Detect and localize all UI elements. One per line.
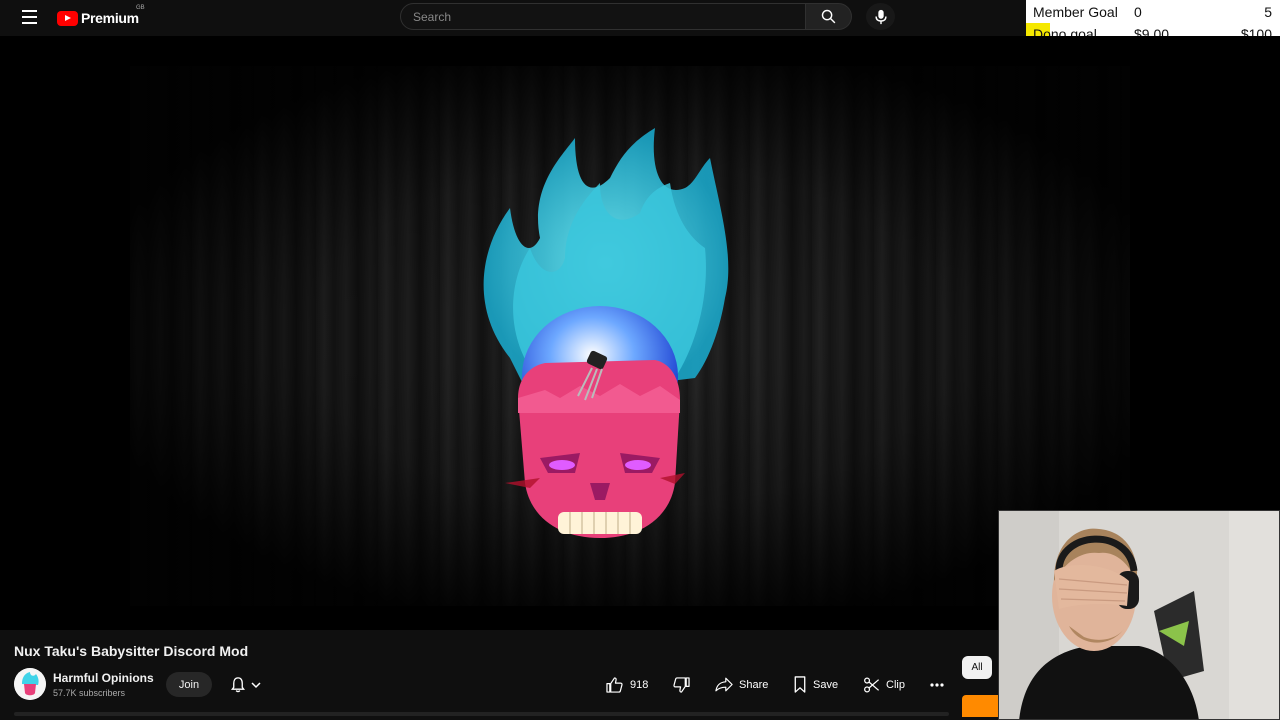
more-actions-button[interactable] xyxy=(924,672,949,697)
subscriber-count: 57.7K subscribers xyxy=(53,688,126,698)
search-box xyxy=(400,3,806,30)
share-icon xyxy=(715,677,733,692)
clip-button[interactable]: Clip xyxy=(863,672,905,697)
video-title: Nux Taku's Babysitter Discord Mod xyxy=(14,643,249,659)
bookmark-icon xyxy=(794,676,806,693)
region-code: GB xyxy=(136,5,145,11)
description-box-edge xyxy=(14,712,949,716)
channel-name[interactable]: Harmful Opinions xyxy=(53,671,154,685)
youtube-play-icon xyxy=(57,10,78,26)
webcam-person-image xyxy=(999,511,1279,719)
search-input[interactable] xyxy=(401,4,805,29)
share-label: Share xyxy=(739,678,769,691)
hamburger-menu-icon[interactable] xyxy=(18,6,42,28)
voice-search-button[interactable] xyxy=(866,3,895,30)
thumbs-up-icon xyxy=(606,676,623,693)
chevron-down-icon xyxy=(251,681,261,688)
like-count: 918 xyxy=(630,678,649,691)
dislike-button[interactable] xyxy=(670,672,692,697)
search-icon xyxy=(821,9,836,24)
search-button[interactable] xyxy=(806,3,852,30)
notification-bell-button[interactable] xyxy=(222,672,270,697)
share-button[interactable]: Share xyxy=(715,672,768,697)
member-goal-row: Member Goal 0 5 xyxy=(1026,1,1280,23)
microphone-icon xyxy=(874,9,887,24)
recommended-thumbnail-edge[interactable] xyxy=(962,695,998,717)
chip-all[interactable]: All xyxy=(962,656,992,679)
bell-icon xyxy=(231,677,245,693)
channel-avatar[interactable] xyxy=(14,668,46,700)
join-button[interactable]: Join xyxy=(166,672,212,697)
streamer-webcam xyxy=(998,510,1280,720)
scissors-icon xyxy=(864,677,880,692)
member-goal-label: Member Goal xyxy=(1033,4,1118,20)
channel-avatar-image xyxy=(14,668,46,700)
like-button[interactable]: 918 xyxy=(606,672,648,697)
save-button[interactable]: Save xyxy=(793,672,838,697)
flaming-skull-artwork xyxy=(483,128,729,538)
clip-label: Clip xyxy=(886,678,905,691)
youtube-premium-logo[interactable]: Premium GB xyxy=(57,5,145,28)
logo-text: Premium xyxy=(81,10,139,26)
thumbs-down-icon xyxy=(672,676,690,693)
member-goal-target: 5 xyxy=(1264,4,1272,20)
save-label: Save xyxy=(813,678,839,691)
member-goal-current: 0 xyxy=(1134,4,1142,20)
more-horizontal-icon xyxy=(929,682,944,687)
